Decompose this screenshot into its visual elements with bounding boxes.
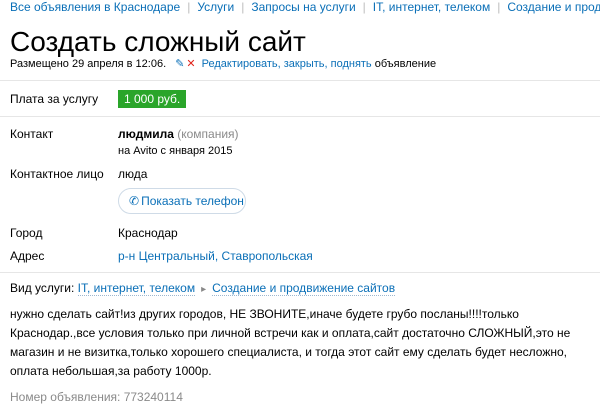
posted-date: Размещено 29 апреля в 12:06. <box>10 58 167 70</box>
show-phone-button[interactable]: ✆ Показать телефон <box>118 188 246 214</box>
page-title: Создать сложный сайт <box>10 26 306 57</box>
post-meta: Размещено 29 апреля в 12:06. ✎ ✕ Редактиро… <box>10 57 436 70</box>
edit-close-raise-link[interactable]: Редактировать, закрыть, поднять <box>202 58 372 70</box>
price-label: Плата за услугу <box>10 92 99 106</box>
breadcrumb-separator: | <box>187 0 191 14</box>
contact-label: Контакт <box>10 127 54 141</box>
person-label: Контактное лицо <box>10 167 104 181</box>
close-icon[interactable]: ✕ <box>186 58 195 70</box>
meta-tail: объявление <box>374 58 437 70</box>
breadcrumb: Все объявления в Краснодаре | Услуги | Запро… <box>10 0 600 18</box>
address-link[interactable]: р-н Центральный, Ставропольская <box>118 249 313 263</box>
show-phone-label: Показать телефон <box>141 194 244 208</box>
phone-icon: ✆ <box>129 194 140 208</box>
service-label: Вид услуги: <box>10 281 75 295</box>
city-value: Краснодар <box>118 226 178 240</box>
divider <box>0 272 600 273</box>
breadcrumb-separator: | <box>241 0 245 14</box>
breadcrumb-all-ads[interactable]: Все объявления в Краснодаре <box>10 0 180 14</box>
contact-type: (компания) <box>177 127 239 141</box>
breadcrumb-separator: | <box>497 0 501 14</box>
contact-name-row: людмила (компания) <box>118 127 239 141</box>
city-label: Город <box>10 226 43 240</box>
pencil-icon[interactable]: ✎ <box>175 58 184 70</box>
ad-number: Номер объявления: 773240114 <box>10 390 183 404</box>
breadcrumb-separator: | <box>362 0 366 14</box>
divider <box>0 116 600 117</box>
contact-name: людмила <box>118 127 174 141</box>
price-badge: 1 000 руб. <box>118 90 187 108</box>
person-name: люда <box>118 167 148 181</box>
breadcrumb-requests[interactable]: Запросы на услуги <box>251 0 355 14</box>
service-category-link[interactable]: IT, интернет, телеком <box>77 281 196 296</box>
breadcrumb-web-creation[interactable]: Создание и продвижение сайтов <box>507 0 600 14</box>
divider <box>0 80 600 81</box>
breadcrumb-services[interactable]: Услуги <box>197 0 234 14</box>
service-type: Вид услуги: IT, интернет, телеком ▸ Создан… <box>10 281 396 296</box>
service-subcategory-link[interactable]: Создание и продвижение сайтов <box>212 281 396 296</box>
address-label: Адрес <box>10 249 45 263</box>
contact-since: на Avito с января 2015 <box>118 145 233 157</box>
ad-description: нужно сделать сайт!из других городов, НЕ… <box>10 307 571 378</box>
arrow-right-icon: ▸ <box>201 284 207 295</box>
breadcrumb-it[interactable]: IT, интернет, телеком <box>373 0 490 14</box>
